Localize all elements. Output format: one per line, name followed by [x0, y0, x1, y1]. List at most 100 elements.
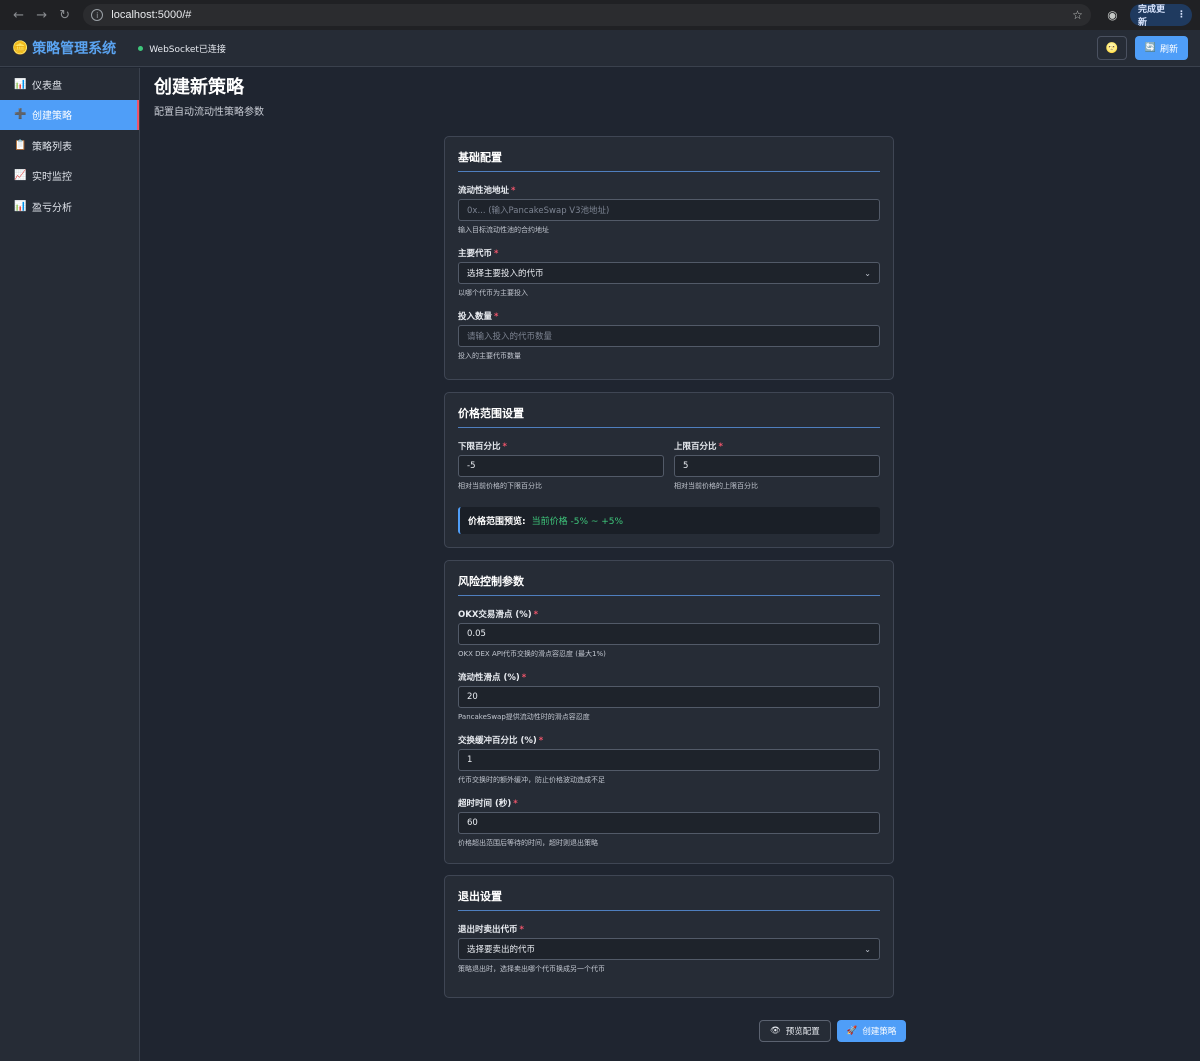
lower-percent-field: 下限百分比 * -5 相对当前价格的下限百分比 — [458, 440, 664, 491]
brand-title: 策略管理系统 — [32, 41, 117, 57]
refresh-label: 刷新 — [1159, 44, 1178, 55]
label-text: 超时时间 (秒) — [458, 799, 512, 809]
okx-slippage-input[interactable]: 0.05 — [458, 623, 880, 645]
form-actions: 👁 预览配置 🚀 创建策略 — [759, 1020, 907, 1042]
timeout-input[interactable]: 60 — [458, 812, 880, 834]
moon-face-icon: 🌝 — [1105, 42, 1118, 54]
card-title: 退出设置 — [458, 876, 880, 911]
required-mark: * — [718, 442, 723, 452]
field-label: OKX交易滑点 (%) * — [458, 608, 880, 620]
forward-icon[interactable]: → — [31, 4, 52, 26]
field-label: 投入数量 * — [458, 310, 880, 322]
upper-percent-field: 上限百分比 * 5 相对当前价格的上限百分比 — [674, 440, 880, 491]
profile-icon[interactable]: ◉ — [1103, 5, 1122, 25]
trend-chart-icon: 📈 — [14, 170, 27, 182]
rocket-icon: 🚀 — [846, 1026, 858, 1036]
refresh-icon: 🔄 — [1144, 43, 1156, 53]
required-mark: * — [521, 673, 527, 683]
upper-percent-input[interactable]: 5 — [674, 455, 880, 477]
help-text: 相对当前价格的上限百分比 — [674, 482, 758, 490]
label-text: 投入数量 — [458, 312, 493, 322]
field-label: 超时时间 (秒) * — [458, 797, 880, 809]
clipboard-icon: 📋 — [14, 139, 27, 151]
update-label: 完成更新 — [1138, 5, 1166, 28]
browser-update-button[interactable]: 完成更新 ⋮ — [1130, 4, 1192, 28]
preview-config-label: 预览配置 — [785, 1027, 820, 1037]
required-mark: * — [494, 312, 499, 322]
back-icon[interactable]: ← — [8, 4, 29, 26]
field-label: 流动性池地址 * — [458, 184, 880, 196]
timeout-field: 超时时间 (秒) * 60 价格超出范围后等待的时间，超时则退出策略 — [458, 797, 880, 848]
theme-toggle-button[interactable]: 🌝 — [1096, 36, 1127, 60]
label-text: 流动性滑点 (%) — [458, 673, 520, 683]
liquidity-slippage-field: 流动性滑点 (%) * 20 PancakeSwap提供流动性时的滑点容忍度 — [458, 671, 880, 722]
site-info-icon[interactable]: i — [91, 9, 104, 21]
pool-address-input[interactable]: 0x... (输入PancakeSwap V3池地址) — [458, 199, 880, 221]
sidebar-item-label: 盈亏分析 — [32, 202, 72, 214]
bar-chart-icon: 📊 — [14, 200, 27, 212]
sidebar: 📊 仪表盘 ➕ 创建策略 📋 策略列表 📈 实时监控 📊 盈亏分析 — [0, 68, 140, 1061]
amount-field: 投入数量 * 请输入投入的代币数量 投入的主要代币数量 — [458, 310, 880, 361]
bookmark-star-icon[interactable]: ☆ — [1072, 8, 1083, 22]
price-range-card: 价格范围设置 下限百分比 * -5 相对当前价格的下限百分比 上限百分比 * 5 相… — [444, 392, 894, 548]
required-mark: * — [538, 736, 544, 746]
label-text: OKX交易滑点 (%) — [458, 610, 532, 620]
refresh-button[interactable]: 🔄 刷新 — [1134, 36, 1188, 60]
plus-icon: ➕ — [14, 109, 27, 121]
preview-label: 价格范围预览: — [468, 517, 526, 527]
help-text: 输入目标流动性池的合约地址 — [458, 226, 549, 234]
help-text: 相对当前价格的下限百分比 — [458, 482, 542, 490]
sidebar-item-label: 实时监控 — [32, 172, 72, 184]
card-title: 基础配置 — [458, 137, 880, 172]
help-text: 以哪个代币为主要投入 — [458, 289, 528, 297]
address-bar[interactable]: i localhost:5000/# ☆ — [83, 4, 1091, 26]
required-mark: * — [494, 249, 499, 259]
sidebar-item-label: 策略列表 — [32, 141, 72, 153]
required-mark: * — [511, 186, 516, 196]
field-label: 上限百分比 * — [674, 440, 880, 452]
preview-value: 当前价格 -5% ~ +5% — [531, 517, 624, 527]
exit-settings-card: 退出设置 退出时卖出代币 * 选择要卖出的代币 ⌄ 策略退出时，选择卖出哪个代币换… — [444, 875, 894, 998]
sidebar-item-create-strategy[interactable]: ➕ 创建策略 — [0, 99, 139, 130]
sidebar-item-strategy-list[interactable]: 📋 策略列表 — [0, 130, 139, 161]
header-actions: 🌝 🔄 刷新 — [1096, 36, 1188, 60]
swap-buffer-field: 交换缓冲百分比 (%) * 1 代币交换时的额外缓冲，防止价格波动造成不足 — [458, 734, 880, 785]
range-fields: 下限百分比 * -5 相对当前价格的下限百分比 上限百分比 * 5 相对当前价格的上… — [458, 428, 880, 491]
help-text: OKX DEX API代币交换的滑点容忍度 (最大1%) — [458, 650, 606, 658]
field-label: 流动性滑点 (%) * — [458, 671, 880, 683]
required-mark: * — [519, 925, 524, 935]
websocket-status: WebSocket已连接 — [138, 42, 226, 55]
label-text: 下限百分比 — [458, 442, 501, 452]
reload-icon[interactable]: ↻ — [54, 4, 75, 26]
chevron-down-icon: ⌄ — [864, 944, 871, 954]
sidebar-item-label: 创建策略 — [32, 111, 72, 123]
select-value: 选择主要投入的代币 — [467, 269, 544, 279]
page-subtitle: 配置自动流动性策略参数 — [154, 107, 264, 118]
bar-chart-icon: 📊 — [14, 78, 27, 90]
main-token-select[interactable]: 选择主要投入的代币 ⌄ — [458, 262, 880, 284]
field-label: 下限百分比 * — [458, 440, 664, 452]
help-text: 价格超出范围后等待的时间，超时则退出策略 — [458, 839, 598, 847]
help-text: 代币交换时的额外缓冲，防止价格波动造成不足 — [458, 776, 605, 784]
sidebar-item-dashboard[interactable]: 📊 仪表盘 — [0, 69, 139, 100]
app-header: 🪙 策略管理系统 WebSocket已连接 🌝 🔄 刷新 — [0, 30, 1200, 67]
card-title: 价格范围设置 — [458, 393, 880, 428]
card-title: 风险控制参数 — [458, 561, 880, 596]
sidebar-item-pnl-analysis[interactable]: 📊 盈亏分析 — [0, 191, 139, 222]
sidebar-item-realtime-monitor[interactable]: 📈 实时监控 — [0, 161, 139, 192]
swap-buffer-input[interactable]: 1 — [458, 749, 880, 771]
sell-token-select[interactable]: 选择要卖出的代币 ⌄ — [458, 938, 880, 960]
create-strategy-button[interactable]: 🚀 创建策略 — [836, 1020, 907, 1042]
websocket-status-text: WebSocket已连接 — [149, 44, 226, 55]
risk-control-card: 风险控制参数 OKX交易滑点 (%) * 0.05 OKX DEX API代币交换… — [444, 560, 894, 864]
brand: 🪙 策略管理系统 — [12, 38, 116, 58]
amount-input[interactable]: 请输入投入的代币数量 — [458, 325, 880, 347]
url-text: localhost:5000/# — [111, 9, 192, 21]
lower-percent-input[interactable]: -5 — [458, 455, 664, 477]
label-text: 上限百分比 — [674, 442, 717, 452]
field-label: 退出时卖出代币 * — [458, 923, 880, 935]
page-title: 创建新策略 — [154, 77, 244, 98]
liquidity-slippage-input[interactable]: 20 — [458, 686, 880, 708]
required-mark: * — [502, 442, 507, 452]
preview-config-button[interactable]: 👁 预览配置 — [759, 1020, 831, 1042]
